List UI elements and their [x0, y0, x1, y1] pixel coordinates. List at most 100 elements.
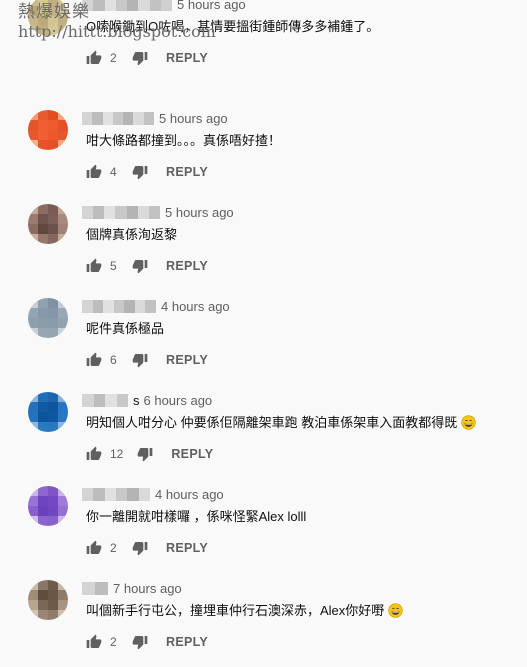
thumb-up-icon[interactable] [86, 634, 102, 650]
avatar-pixel [38, 328, 48, 338]
avatar-pixel [48, 140, 58, 150]
avatar-pixel [58, 130, 68, 140]
thumb-down-icon[interactable] [132, 50, 148, 66]
avatar-pixel [58, 214, 68, 224]
author-name-blurred[interactable] [82, 581, 108, 595]
thumb-down-icon[interactable] [132, 352, 148, 368]
thumb-up-icon[interactable] [86, 164, 102, 180]
avatar[interactable] [28, 392, 68, 432]
avatar-pixel [28, 392, 38, 402]
thumb-up-icon[interactable] [86, 540, 102, 556]
comment-time[interactable]: 5 hours ago [159, 111, 228, 126]
comment-text: 咁大條路都撞到。。。真係唔好揸！ [86, 130, 281, 149]
comment-actions: 6 REPLY [86, 350, 208, 370]
avatar-pixel [48, 110, 58, 120]
avatar[interactable] [28, 298, 68, 338]
comment-actions: 2 REPLY [86, 538, 208, 558]
avatar-pixel [28, 422, 38, 432]
comment-header: 5 hours ago [82, 204, 234, 220]
avatar-pixel [48, 224, 58, 234]
comment-header: s 6 hours ago [82, 392, 212, 408]
comment-time[interactable]: 4 hours ago [161, 299, 230, 314]
thumb-down-icon[interactable] [132, 540, 148, 556]
avatar[interactable] [28, 204, 68, 244]
comment-item: 4 hours ago 你一離開就咁樣囉 ，係咪怪緊Alex lolll 2 R… [0, 478, 527, 572]
comment-time[interactable]: 6 hours ago [144, 393, 213, 408]
comment-text-content: 咁大條路都撞到。。。真係唔好揸！ [86, 133, 282, 148]
avatar[interactable] [28, 580, 68, 620]
avatar-pixel [38, 130, 48, 140]
reply-button[interactable]: REPLY [166, 541, 208, 555]
like-count: 2 [110, 635, 117, 649]
avatar-pixel [48, 298, 58, 308]
reply-button[interactable]: REPLY [166, 259, 208, 273]
avatar-pixel [38, 120, 48, 130]
comment-actions: 5 REPLY [86, 256, 208, 276]
avatar-pixel [58, 140, 68, 150]
avatar-pixel [38, 590, 48, 600]
avatar-pixel [48, 328, 58, 338]
thumb-up-icon[interactable] [86, 446, 102, 462]
reply-button[interactable]: REPLY [166, 635, 208, 649]
site-watermark: 熱爆娛樂 http://hittt.blogspot.com [18, 4, 216, 40]
avatar-pixel [58, 120, 68, 130]
like-count: 5 [110, 259, 117, 273]
like-count: 2 [110, 541, 117, 555]
avatar-pixel [58, 224, 68, 234]
avatar-pixel [28, 204, 38, 214]
avatar-pixel [38, 496, 48, 506]
avatar-pixel [28, 402, 38, 412]
avatar-pixel [38, 140, 48, 150]
avatar-pixel [28, 140, 38, 150]
avatar-pixel [28, 224, 38, 234]
comment-header: 7 hours ago [82, 580, 182, 596]
avatar-pixel [28, 214, 38, 224]
avatar-pixel [38, 214, 48, 224]
thumb-down-icon[interactable] [132, 164, 148, 180]
avatar-pixel [58, 600, 68, 610]
avatar-pixel [28, 298, 38, 308]
author-name-blurred[interactable] [82, 299, 156, 313]
thumb-up-icon[interactable] [86, 258, 102, 274]
comment-item: 7 hours ago 叫個新手行屯公，撞埋車仲行石澳深赤，Alex你好嘢 2 … [0, 572, 527, 666]
reply-button[interactable]: REPLY [166, 165, 208, 179]
avatar-pixel [28, 600, 38, 610]
thumb-down-icon[interactable] [137, 446, 153, 462]
reply-button[interactable]: REPLY [166, 51, 208, 65]
avatar-pixel [58, 580, 68, 590]
avatar-pixel [58, 516, 68, 526]
comment-time[interactable]: 4 hours ago [155, 487, 224, 502]
avatar-pixel [48, 204, 58, 214]
avatar-pixel [28, 130, 38, 140]
reply-button[interactable]: REPLY [171, 447, 213, 461]
thumb-up-icon[interactable] [86, 50, 102, 66]
avatar-pixel [48, 392, 58, 402]
thumb-down-icon[interactable] [132, 258, 148, 274]
avatar-pixel [48, 600, 58, 610]
avatar-pixel [38, 506, 48, 516]
like-count: 6 [110, 353, 117, 367]
author-name-blurred[interactable] [82, 487, 150, 501]
author-name-blurred[interactable] [82, 111, 154, 125]
comment-time[interactable]: 5 hours ago [165, 205, 234, 220]
comment-text: 你一離開就咁樣囉 ，係咪怪緊Alex lolll [86, 506, 306, 525]
avatar-pixel [28, 234, 38, 244]
reply-button[interactable]: REPLY [166, 353, 208, 367]
author-name-blurred[interactable] [82, 205, 160, 219]
avatar-pixel [28, 580, 38, 590]
avatar-pixel [48, 214, 58, 224]
thumb-up-icon[interactable] [86, 352, 102, 368]
comment-time[interactable]: 7 hours ago [113, 581, 182, 596]
avatar-pixel [38, 392, 48, 402]
thumb-down-icon[interactable] [132, 634, 148, 650]
avatar-pixel [38, 610, 48, 620]
avatar-pixel [48, 402, 58, 412]
avatar[interactable] [28, 110, 68, 150]
watermark-title: 熱爆娛樂 [18, 2, 90, 22]
avatar[interactable] [28, 486, 68, 526]
avatar-pixel [48, 580, 58, 590]
author-name-suffix[interactable]: s [133, 393, 140, 408]
avatar-pixel [48, 516, 58, 526]
author-name-blurred[interactable] [82, 393, 128, 407]
avatar-pixel [38, 204, 48, 214]
